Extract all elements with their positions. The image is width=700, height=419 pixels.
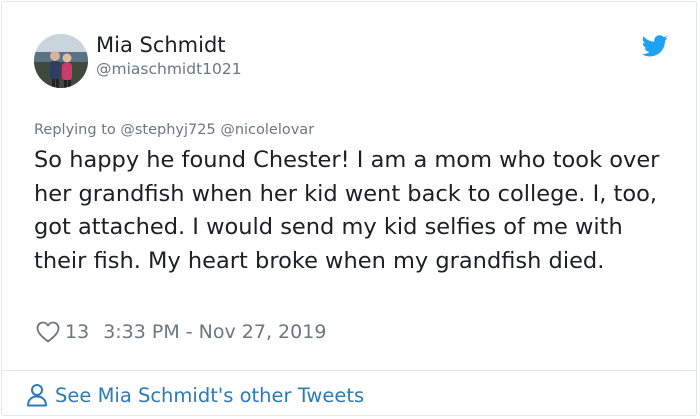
display-name[interactable]: Mia Schmidt: [96, 33, 226, 57]
reply-context: Replying to @stephyj725 @nicolelovar: [34, 122, 314, 138]
avatar[interactable]: [34, 34, 88, 88]
see-other-tweets-link[interactable]: See Mia Schmidt's other Tweets: [26, 380, 364, 410]
footer-divider: [2, 370, 696, 371]
person-outline-icon: [27, 384, 47, 407]
tweet-meta: 13 3:33 PM - Nov 27, 2019: [34, 319, 326, 345]
tweet-timestamp[interactable]: 3:33 PM - Nov 27, 2019: [103, 321, 326, 343]
heart-outline-icon[interactable]: [36, 321, 60, 343]
like-count[interactable]: 13: [65, 321, 89, 343]
tweet-text: So happy he found Chester! I am a mom wh…: [34, 147, 660, 274]
reply-prefix: Replying to: [34, 122, 121, 138]
reply-mention-stephyj725[interactable]: @stephyj725: [120, 122, 215, 138]
see-other-tweets-label[interactable]: See Mia Schmidt's other Tweets: [55, 384, 364, 407]
tweet-card: Mia Schmidt @miaschmidt1021 Replying to …: [1, 1, 697, 416]
reply-mention-nicolelovar[interactable]: @nicolelovar: [220, 122, 314, 138]
twitter-bird-icon[interactable]: [642, 35, 668, 57]
user-handle[interactable]: @miaschmidt1021: [96, 60, 242, 78]
avatar-photo: [34, 34, 88, 88]
